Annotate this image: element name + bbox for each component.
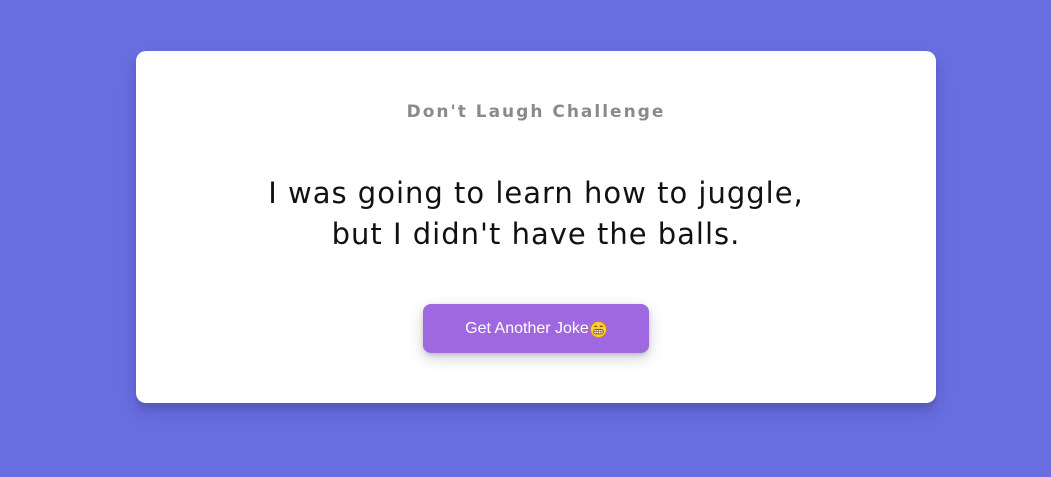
joke-text: I was going to learn how to juggle, but … [268,176,804,251]
button-label: Get Another Joke [465,319,589,337]
page-title: Don't Laugh Challenge [406,102,666,122]
joke-card: Don't Laugh Challenge I was going to lea… [136,51,936,403]
get-another-joke-button[interactable]: Get Another Joke [423,304,649,353]
grinning-face-with-teeth-icon [590,320,607,338]
